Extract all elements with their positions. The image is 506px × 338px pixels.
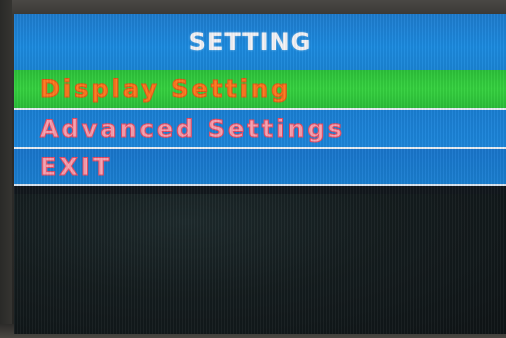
device-photo: SETTING Display Setting Advanced Setting… <box>0 0 506 338</box>
menu-divider <box>14 184 506 186</box>
menu-title-bar: SETTING <box>14 14 506 70</box>
menu-item-label: EXIT <box>39 152 113 181</box>
menu-item-label: Display Setting <box>39 75 292 104</box>
screen-empty-area <box>14 194 506 334</box>
lcd-screen: SETTING Display Setting Advanced Setting… <box>14 14 506 334</box>
menu-item-display-setting[interactable]: Display Setting <box>14 70 506 108</box>
menu-item-label: Advanced Settings <box>39 114 346 143</box>
settings-menu: SETTING Display Setting Advanced Setting… <box>14 14 506 186</box>
bezel-top <box>0 0 506 14</box>
menu-item-advanced-settings[interactable]: Advanced Settings <box>14 110 506 147</box>
menu-title: SETTING <box>188 28 312 56</box>
bezel-left <box>0 0 12 338</box>
menu-item-exit[interactable]: EXIT <box>14 149 506 184</box>
